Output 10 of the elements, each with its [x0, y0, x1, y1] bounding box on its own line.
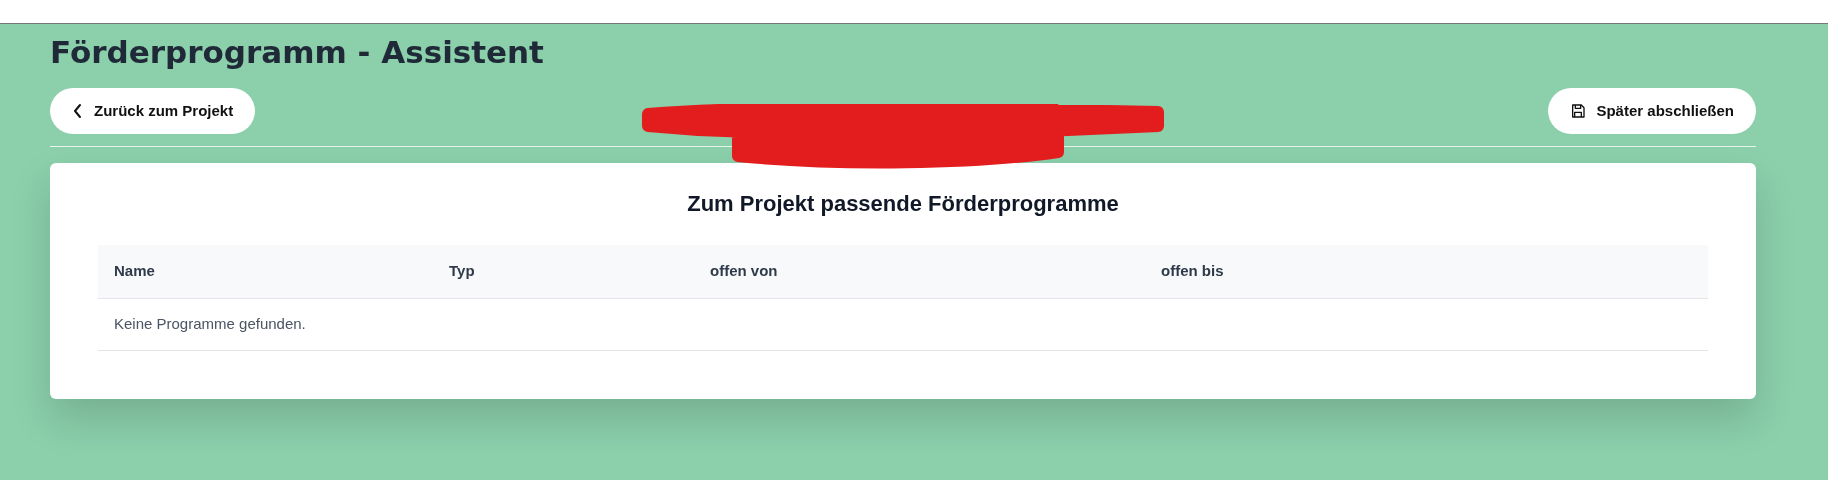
save-button[interactable]: Später abschließen — [1548, 88, 1756, 134]
page-title: Förderprogramm - Assistent — [50, 34, 544, 70]
card-title: Zum Projekt passende Förderprogramme — [687, 190, 1119, 218]
column-header: Typ — [449, 261, 475, 282]
empty-message: Keine Programme gefunden. — [114, 314, 306, 335]
column-header: offen bis — [1161, 261, 1224, 282]
chevron-left-icon — [72, 103, 84, 119]
column-header: Name — [114, 261, 155, 282]
column-header: offen von — [710, 261, 778, 282]
back-button[interactable]: Zurück zum Projekt — [50, 88, 256, 134]
